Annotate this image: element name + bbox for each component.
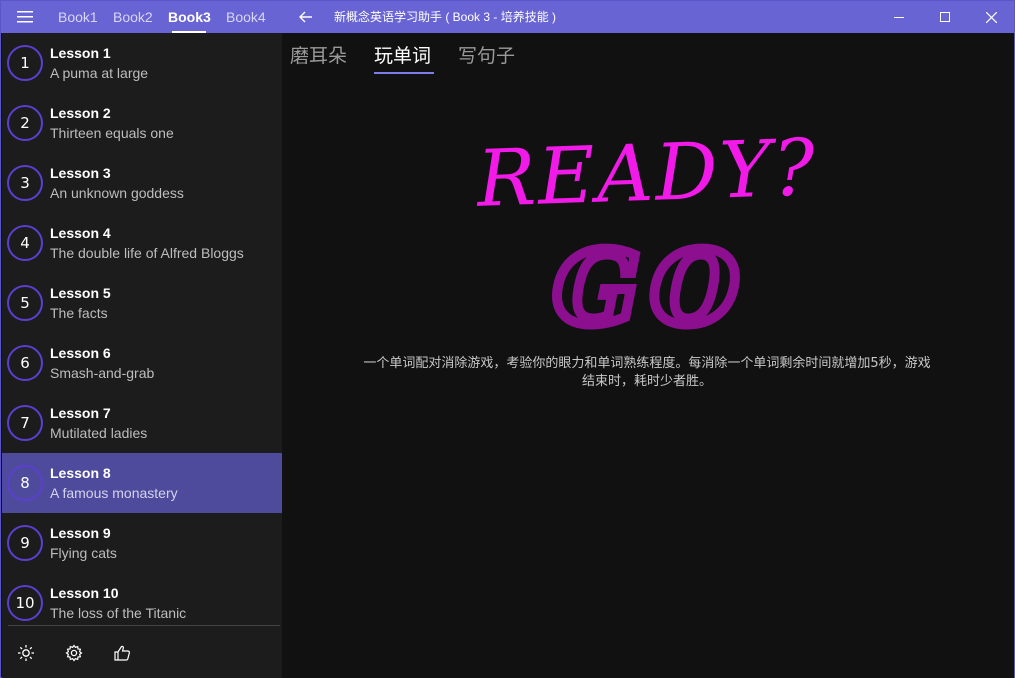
lesson-item-7[interactable]: 7 Lesson 7 Mutilated ladies	[2, 393, 282, 453]
lesson-title: Lesson 7	[50, 405, 111, 421]
lesson-subtitle: Mutilated ladies	[50, 425, 148, 441]
lesson-subtitle: Flying cats	[50, 545, 117, 561]
maximize-icon[interactable]	[922, 1, 968, 33]
lesson-number-badge: 5	[7, 285, 43, 321]
tab-word-game[interactable]: 玩单词	[374, 41, 431, 68]
lesson-number-badge: 4	[7, 225, 43, 261]
lesson-item-10[interactable]: 10 Lesson 10 The loss of the Titanic	[2, 573, 282, 625]
settings-gear-icon[interactable]	[60, 639, 88, 667]
lesson-number-badge: 10	[7, 585, 43, 621]
title-bar: Book1 Book2 Book3 Book4 新概念英语学习助手 ( Book…	[1, 1, 1014, 33]
lesson-subtitle: A famous monastery	[50, 485, 178, 501]
lesson-item-6[interactable]: 6 Lesson 6 Smash-and-grab	[2, 333, 282, 393]
lesson-title: Lesson 9	[50, 525, 111, 541]
lesson-subtitle: Smash-and-grab	[50, 365, 155, 381]
brightness-icon[interactable]	[12, 639, 40, 667]
back-arrow-icon[interactable]	[291, 1, 321, 33]
lesson-title: Lesson 5	[50, 285, 111, 301]
app-window: Book1 Book2 Book3 Book4 新概念英语学习助手 ( Book…	[0, 0, 1015, 678]
tab-sentence-writing[interactable]: 写句子	[458, 41, 515, 68]
sidebar-divider	[8, 625, 280, 626]
lesson-item-8[interactable]: 8 Lesson 8 A famous monastery	[2, 453, 282, 513]
lesson-item-3[interactable]: 3 Lesson 3 An unknown goddess	[2, 153, 282, 213]
lesson-number-badge: 7	[7, 405, 43, 441]
lesson-title: Lesson 6	[50, 345, 111, 361]
lesson-title: Lesson 2	[50, 105, 111, 121]
lesson-subtitle: An unknown goddess	[50, 185, 184, 201]
lesson-item-1[interactable]: 1 Lesson 1 A puma at large	[2, 33, 282, 93]
lesson-number-badge: 6	[7, 345, 43, 381]
lesson-sidebar: 1 Lesson 1 A puma at large 2 Lesson 2 Th…	[2, 33, 282, 678]
lesson-subtitle: Thirteen equals one	[50, 125, 174, 141]
book-tab-3[interactable]: Book3	[168, 1, 211, 33]
lesson-subtitle: The facts	[50, 305, 108, 321]
lesson-number-badge: 2	[7, 105, 43, 141]
lesson-item-4[interactable]: 4 Lesson 4 The double life of Alfred Blo…	[2, 213, 282, 273]
lesson-item-2[interactable]: 2 Lesson 2 Thirteen equals one	[2, 93, 282, 153]
lesson-number-badge: 9	[7, 525, 43, 561]
lesson-number-badge: 1	[7, 45, 43, 81]
main-content: 磨耳朵 玩单词 写句子 READY? GO 一个单词配对消除游戏，考验你的眼力和…	[282, 33, 1014, 678]
book-tab-1[interactable]: Book1	[58, 1, 98, 33]
book-tab-4[interactable]: Book4	[226, 1, 266, 33]
game-description: 一个单词配对消除游戏，考验你的眼力和单词熟练程度。每消除一个单词剩余时间就增加5…	[363, 356, 931, 389]
close-icon[interactable]	[968, 1, 1014, 33]
lesson-item-5[interactable]: 5 Lesson 5 The facts	[2, 273, 282, 333]
lesson-title: Lesson 3	[50, 165, 111, 181]
lesson-title: Lesson 4	[50, 225, 111, 241]
go-text: GO	[554, 229, 751, 335]
lesson-subtitle: The loss of the Titanic	[50, 605, 187, 621]
hamburger-menu-icon[interactable]	[7, 1, 43, 33]
ready-go-illustration[interactable]: READY? GO	[452, 115, 842, 335]
lesson-title: Lesson 1	[50, 45, 111, 61]
ready-text: READY?	[474, 123, 819, 225]
lesson-number-badge: 3	[7, 165, 43, 201]
window-title: 新概念英语学习助手 ( Book 3 - 培养技能 )	[334, 10, 557, 24]
tab-listening[interactable]: 磨耳朵	[290, 41, 347, 68]
lesson-subtitle: The double life of Alfred Bloggs	[50, 245, 244, 261]
lesson-title: Lesson 8	[50, 465, 111, 481]
active-tab-indicator	[374, 72, 434, 74]
book-tab-2[interactable]: Book2	[113, 1, 153, 33]
lesson-item-9[interactable]: 9 Lesson 9 Flying cats	[2, 513, 282, 573]
thumbs-up-icon[interactable]	[108, 639, 136, 667]
lesson-number-badge: 8	[7, 465, 43, 501]
lesson-subtitle: A puma at large	[50, 65, 149, 81]
lesson-title: Lesson 10	[50, 585, 119, 601]
minimize-icon[interactable]	[876, 1, 922, 33]
